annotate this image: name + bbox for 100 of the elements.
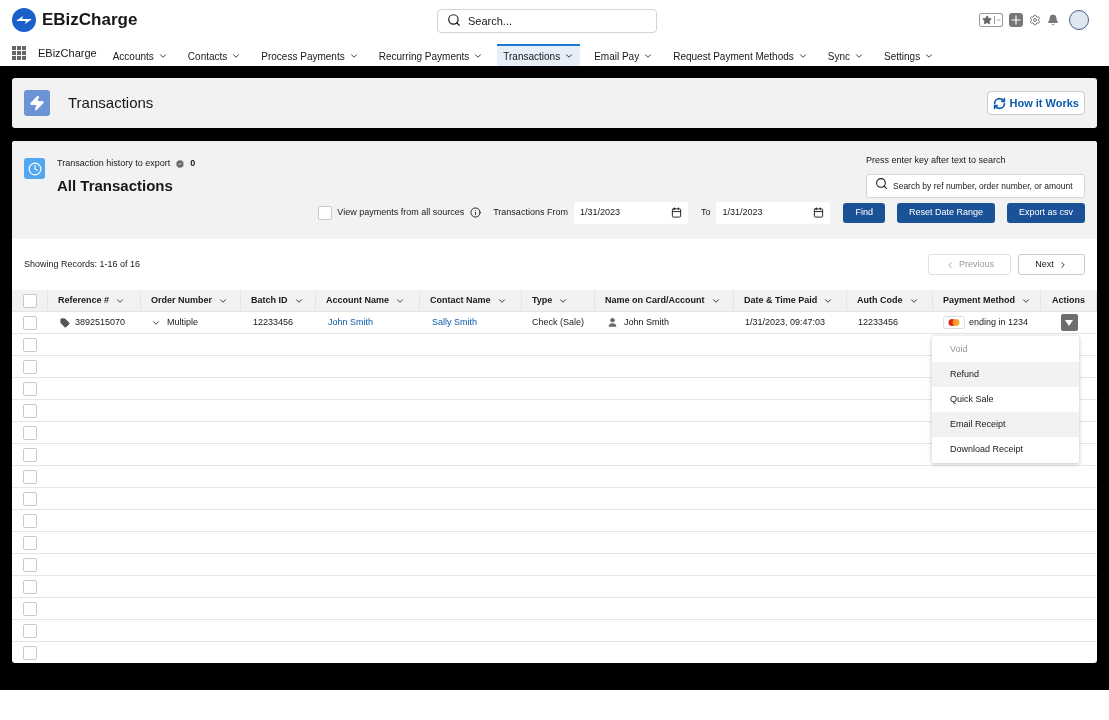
calendar-icon	[670, 207, 682, 218]
settings-icon[interactable]	[1029, 14, 1041, 26]
notification-icon[interactable]	[1047, 14, 1059, 26]
add-icon[interactable]	[1009, 13, 1023, 27]
info-icon	[470, 207, 482, 218]
person-icon	[607, 317, 618, 328]
nav-tab[interactable]: Request Payment Methods	[667, 44, 814, 66]
records-summary: Showing Records: 1-16 of 16	[24, 257, 141, 271]
check-icon	[175, 158, 186, 169]
column-header[interactable]: Date & Time Paid	[744, 293, 818, 308]
checkbox[interactable]	[23, 447, 37, 462]
caret-icon	[157, 51, 168, 61]
page-title: Transactions	[68, 92, 154, 113]
checkbox[interactable]	[23, 557, 37, 572]
column-header[interactable]: Type	[532, 293, 553, 308]
column-header[interactable]: Payment Method	[943, 293, 1015, 308]
calendar-icon	[813, 207, 825, 218]
checkbox[interactable]	[23, 623, 37, 638]
nav-tab[interactable]: Accounts	[106, 44, 174, 66]
checkbox[interactable]	[23, 403, 37, 418]
table-cell-text: Multiple	[167, 315, 198, 329]
checkbox[interactable]	[23, 535, 37, 550]
caret-icon	[231, 51, 242, 61]
nav-tab[interactable]: Process Payments	[255, 44, 365, 66]
nav-tab[interactable]: Transactions	[497, 44, 581, 66]
nav-tab[interactable]: Email Pay	[588, 44, 660, 66]
column-header[interactable]: Reference #	[58, 293, 110, 308]
all-sources-label: View payments from all sources	[337, 205, 465, 219]
brand-name: EBizCharge	[42, 9, 138, 32]
search-hint: Press enter key after text to search	[866, 154, 1007, 167]
table-cell-text: 3892515070	[75, 315, 126, 329]
action-button[interactable]: Reset Date Range	[896, 202, 995, 223]
column-header[interactable]: Account Name	[326, 293, 389, 308]
checkbox[interactable]	[23, 513, 37, 528]
next-button[interactable]: Next	[1018, 254, 1085, 275]
checkbox[interactable]	[23, 469, 37, 484]
table-cell-text: Check (Sale)	[532, 315, 585, 329]
date-field[interactable]: 1/31/2023	[716, 201, 831, 224]
caret-icon	[854, 51, 865, 61]
action-button[interactable]: Export as csv	[1006, 202, 1085, 223]
menu-item[interactable]: Download Receipt	[932, 437, 1079, 462]
logo-icon	[12, 8, 36, 32]
menu-item[interactable]: Refund	[932, 362, 1079, 387]
nav-tab[interactable]: Contacts	[181, 44, 248, 66]
checkbox[interactable]	[23, 645, 37, 660]
avatar[interactable]	[1069, 10, 1089, 30]
how-it-works-button[interactable]: How it Works	[986, 91, 1085, 115]
column-header[interactable]: Actions	[1052, 293, 1085, 308]
checkbox[interactable]	[23, 425, 37, 440]
search-field[interactable]: Search...	[437, 9, 657, 33]
checkbox[interactable]	[23, 601, 37, 616]
menu-item[interactable]: Email Receipt	[932, 412, 1079, 437]
from-label: Transactions From	[493, 205, 568, 219]
caret-icon	[564, 51, 575, 61]
caret-icon	[924, 51, 935, 61]
nav-tab[interactable]: Settings	[878, 44, 941, 66]
caret-icon	[643, 51, 654, 61]
app-launcher-icon[interactable]	[12, 46, 26, 60]
to-label: To	[700, 205, 711, 219]
checkbox[interactable]	[23, 491, 37, 506]
checkbox[interactable]	[23, 315, 37, 330]
card-brand-icon	[943, 316, 965, 329]
account-link[interactable]: John Smith	[328, 315, 374, 330]
search-icon	[447, 13, 461, 27]
checkbox[interactable]	[23, 381, 37, 396]
column-header[interactable]: Auth Code	[857, 293, 903, 308]
table-cell-text: 1/31/2023, 09:47:03	[745, 315, 826, 329]
caret-icon	[348, 51, 359, 61]
star-icon	[982, 15, 992, 25]
chevron-left-icon	[945, 259, 955, 270]
refresh-icon	[992, 96, 1006, 110]
actions-dropdown-button[interactable]	[1060, 314, 1078, 331]
checkbox[interactable]	[22, 293, 37, 308]
caret-icon	[994, 16, 1002, 24]
table-cell-text: 12233456	[858, 315, 899, 329]
export-count: 0	[190, 157, 196, 170]
column-header[interactable]: Name on Card/Account	[605, 293, 705, 308]
search-field[interactable]: Search by ref number, order number, or amount	[866, 173, 1085, 198]
column-header[interactable]: Contact Name	[430, 293, 491, 308]
menu-item[interactable]: Quick Sale	[932, 387, 1079, 412]
caret-icon	[797, 51, 808, 61]
table-cell-text: John Smith	[624, 315, 670, 329]
contact-link[interactable]: Sally Smith	[432, 315, 477, 330]
column-header[interactable]: Order Number	[151, 293, 212, 308]
caret-icon	[1065, 319, 1073, 326]
checkbox[interactable]	[318, 205, 333, 220]
action-button[interactable]: Find	[843, 202, 885, 223]
checkbox[interactable]	[23, 337, 37, 352]
nav-tab[interactable]: Recurring Payments	[372, 44, 490, 66]
date-field[interactable]: 1/31/2023	[573, 201, 688, 224]
nav-tab[interactable]: Sync	[821, 44, 871, 66]
table-cell-text: 12233456	[253, 315, 294, 329]
clock-icon	[24, 158, 45, 179]
checkbox[interactable]	[23, 359, 37, 374]
checkbox[interactable]	[23, 579, 37, 594]
search-icon	[875, 176, 888, 190]
favorites-button[interactable]	[979, 13, 1003, 27]
caret-icon	[473, 51, 484, 61]
export-label: Transaction history to export	[57, 157, 171, 170]
column-header[interactable]: Batch ID	[251, 293, 288, 308]
